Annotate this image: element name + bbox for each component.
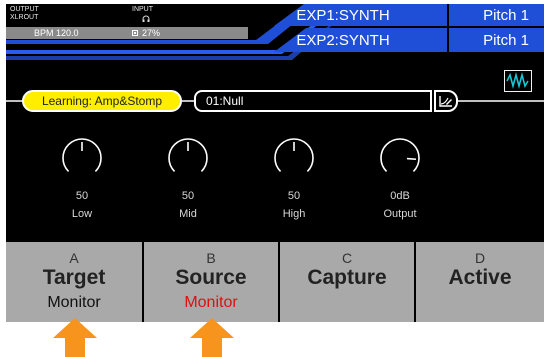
active-button[interactable]: D Active	[416, 242, 544, 322]
arrow-up-icon	[190, 318, 234, 357]
button-letter-c: C	[341, 250, 353, 266]
exp2-name: EXP2:SYNTH	[296, 32, 390, 49]
knob-value: 0dB	[390, 190, 410, 202]
knob-value: 50	[287, 190, 301, 202]
knob-label: High	[282, 208, 306, 220]
edit-curve-icon	[439, 96, 452, 107]
button-sub-target: Monitor	[47, 294, 101, 311]
knob-high[interactable]: 50 High	[254, 134, 334, 224]
knob-dial[interactable]	[42, 134, 122, 184]
knob-dial[interactable]	[360, 134, 440, 184]
button-title-capture: Capture	[307, 266, 387, 289]
edit-curve-button[interactable]	[434, 90, 458, 112]
button-sub-source: Monitor	[184, 294, 238, 311]
knob-label: Low	[71, 208, 93, 220]
learning-badge: Learning: Amp&Stomp	[22, 90, 182, 112]
source-button[interactable]: B Source Monitor	[144, 242, 278, 322]
button-letter-a: A	[69, 250, 79, 266]
knob-mid[interactable]: 50 Mid	[148, 134, 228, 224]
knob-value: 50	[75, 190, 89, 202]
oscilloscope-button[interactable]	[504, 70, 532, 92]
capture-button[interactable]: C Capture	[280, 242, 414, 322]
knob-label: Output	[383, 208, 417, 220]
button-letter-b: B	[206, 250, 216, 266]
exp1-name: EXP1:SYNTH	[296, 7, 390, 24]
button-title-source: Source	[175, 266, 247, 289]
knob-value: 50	[181, 190, 195, 202]
knob-dial[interactable]	[254, 134, 334, 184]
preset-field[interactable]: 01:Null	[194, 90, 432, 112]
knob-label: Mid	[179, 208, 197, 220]
exp1-value: Pitch 1	[483, 7, 529, 24]
knob-output[interactable]: 0dB Output	[360, 134, 440, 224]
target-button[interactable]: A Target Monitor	[6, 242, 142, 322]
button-title-active: Active	[448, 266, 512, 289]
device-screen: OUTPUT XLROUT INPUT BPM 120.0 27% EXP1:S…	[6, 4, 544, 322]
button-title-target: Target	[42, 266, 106, 289]
knob-low[interactable]: 50 Low	[42, 134, 122, 224]
knob-dial[interactable]	[148, 134, 228, 184]
button-letter-d: D	[474, 250, 486, 266]
arrow-up-icon	[53, 318, 97, 357]
exp2-value: Pitch 1	[483, 32, 529, 49]
oscilloscope-icon	[506, 71, 529, 90]
